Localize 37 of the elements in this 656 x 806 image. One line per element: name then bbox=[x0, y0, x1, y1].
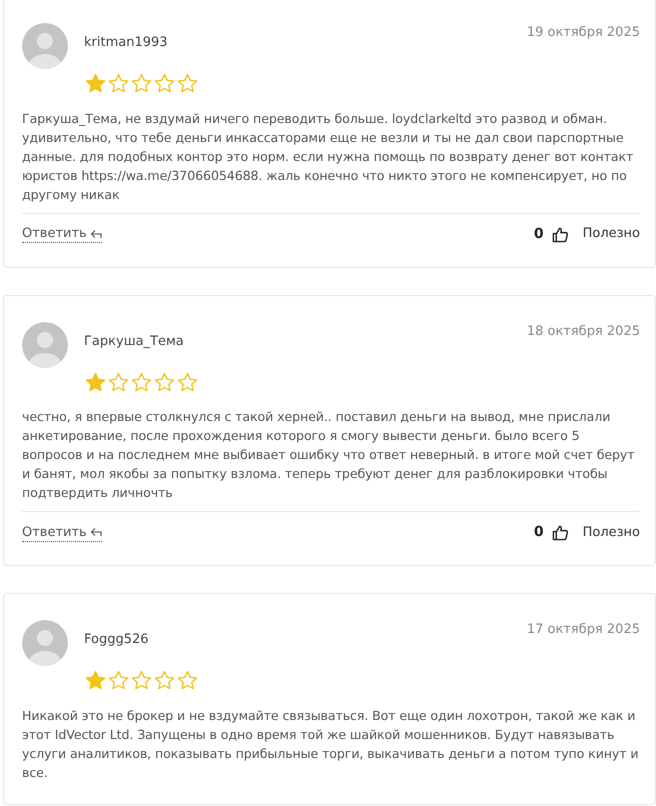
star-icon bbox=[154, 670, 175, 691]
author-name: Foggg526 bbox=[84, 631, 150, 649]
avatar-icon bbox=[22, 23, 68, 69]
thumbs-up-icon[interactable] bbox=[552, 524, 569, 541]
review-text: Гаркуша_Тема, не вздумай ничего переводить больше. loydclarkeltd это развод и обман. удивительно, что тебе деньги инкассаторами еще не везли и ты не дал свои парспортные данные. для подобных контор это норм. если нужна помощь по возврату денег вот контакт юристов https://wa.me/37066054688. жаль конечно что никто этого не компенсирует, но по другому никак bbox=[22, 110, 634, 204]
author-name: kritman1993 bbox=[84, 34, 169, 52]
star-icon bbox=[108, 372, 129, 392]
star-icon bbox=[85, 372, 106, 392]
star-icon bbox=[108, 670, 129, 691]
star-icon bbox=[177, 670, 198, 691]
helpful-label: Полезно bbox=[582, 225, 640, 244]
star-icon bbox=[85, 670, 106, 691]
star-icon bbox=[131, 73, 152, 94]
author-name: Гаркуша_Тема bbox=[84, 332, 185, 350]
review-date: 18 октября 2025 bbox=[526, 322, 640, 340]
star-icon bbox=[154, 372, 175, 392]
star-icon bbox=[131, 372, 152, 392]
star-icon bbox=[131, 670, 152, 691]
star-icon bbox=[154, 73, 175, 94]
reply-arrow-icon[interactable] bbox=[90, 527, 102, 537]
review-date: 19 октября 2025 bbox=[526, 24, 640, 42]
helpful-label: Полезно bbox=[582, 524, 640, 542]
review-text: честно, я впервые столкнулся с такой херней.. поставил деньги на вывод, мне прислали анкетирование, после прохождения которого я смогу вывести деньги. было всего 5 вопросов и на последнем мне выбивает ошибку что ответ неверный. в итоге мой счет берут и банят, мол якобы за попытку взлома. теперь требуют денег для разблокировки чтобы подтвердить личночть bbox=[22, 408, 636, 502]
star-icon bbox=[85, 73, 106, 94]
star-icon bbox=[177, 372, 198, 392]
like-count: 0 bbox=[534, 224, 544, 244]
star-icon bbox=[108, 73, 129, 94]
reply-arrow-icon[interactable] bbox=[90, 228, 102, 238]
reply-link[interactable]: Ответить bbox=[22, 524, 102, 542]
like-count: 0 bbox=[534, 523, 544, 542]
review-date: 17 октября 2025 bbox=[526, 621, 640, 639]
reply-link[interactable]: Ответить bbox=[22, 225, 102, 243]
avatar-icon bbox=[22, 322, 68, 368]
thumbs-up-icon[interactable] bbox=[552, 226, 569, 242]
star-icon bbox=[177, 73, 198, 94]
avatar-icon bbox=[22, 620, 68, 666]
review-text: Никакой это не брокер и не вздумайте связываться. Вот еще один лохотрон, такой же как и этот IdVector Ltd. Запущены в одно время той же шайкой мошенников. Будут навязывать услуги аналитиков, показывать прибыльные торги, выкачивать деньги а потом тупо кинут и все. bbox=[22, 706, 640, 782]
